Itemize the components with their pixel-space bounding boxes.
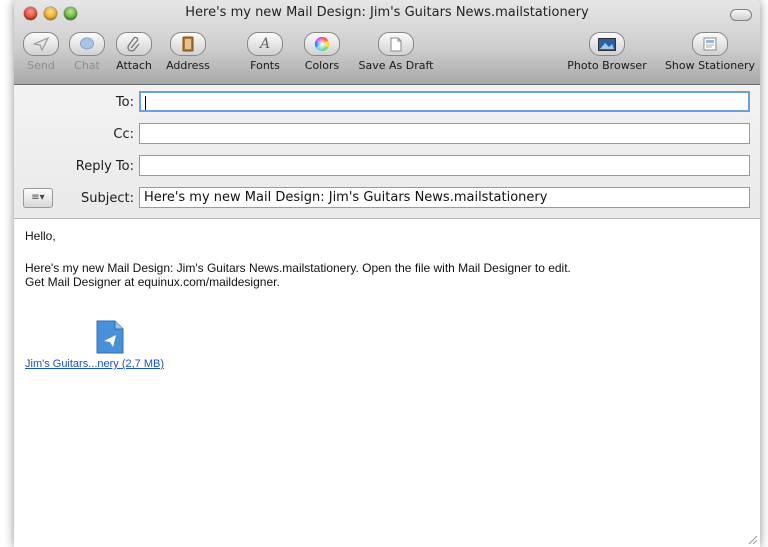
subject-label: Subject:	[81, 191, 134, 206]
stationery-icon	[692, 32, 728, 56]
cc-row: Cc:	[14, 123, 760, 147]
to-label: To:	[115, 95, 134, 110]
photo-icon	[589, 32, 625, 56]
attachment-file-icon[interactable]	[95, 319, 125, 355]
attach-button[interactable]: Attach	[110, 32, 158, 80]
send-button[interactable]: Send	[20, 32, 62, 80]
toolbar: Here's my new Mail Design: Jim's Guitars…	[14, 0, 760, 85]
paperclip-icon	[116, 32, 152, 56]
chat-button[interactable]: Chat	[66, 32, 108, 80]
resize-grip-icon[interactable]	[746, 533, 758, 545]
text-cursor	[145, 95, 146, 110]
body-line-1: Here's my new Mail Design: Jim's Guitars…	[25, 261, 571, 275]
compose-window: Here's my new Mail Design: Jim's Guitars…	[14, 0, 760, 547]
subject-row: ≡▾ Subject: Here's my new Mail Design: J…	[14, 187, 760, 211]
photo-browser-button[interactable]: Photo Browser	[564, 32, 650, 80]
save-as-draft-button[interactable]: Save As Draft	[354, 32, 438, 80]
reply-to-field[interactable]	[139, 155, 750, 176]
message-body[interactable]: Hello, Here's my new Mail Design: Jim's …	[14, 219, 760, 547]
chat-bubble-icon	[69, 32, 105, 56]
to-row: To:	[14, 91, 760, 115]
reply-to-label: Reply To:	[75, 159, 134, 174]
address-book-icon	[170, 32, 206, 56]
subject-field[interactable]: Here's my new Mail Design: Jim's Guitars…	[139, 187, 750, 208]
show-stationery-button[interactable]: Show Stationery	[664, 32, 756, 80]
body-line-2: Get Mail Designer at equinux.com/maildes…	[25, 275, 280, 289]
draft-document-icon	[378, 32, 414, 56]
paper-plane-icon	[23, 32, 59, 56]
reply-to-row: Reply To:	[14, 155, 760, 179]
cc-field[interactable]	[139, 123, 750, 144]
font-letter-icon: A	[247, 32, 283, 56]
color-wheel-icon	[304, 32, 340, 56]
colors-button[interactable]: Colors	[298, 32, 346, 80]
message-headers: To: Cc: Reply To: ≡▾ Subject: Here's my …	[14, 85, 760, 219]
cc-label: Cc:	[113, 127, 134, 142]
greeting-text: Hello,	[25, 229, 56, 243]
fonts-button[interactable]: A Fonts	[242, 32, 288, 80]
attachment-link[interactable]: Jim's Guitars...nery (2,7 MB)	[25, 358, 164, 370]
to-field[interactable]	[139, 91, 750, 112]
address-button[interactable]: Address	[160, 32, 216, 80]
toolbar-toggle-button[interactable]	[730, 9, 752, 21]
window-title: Here's my new Mail Design: Jim's Guitars…	[185, 5, 589, 20]
